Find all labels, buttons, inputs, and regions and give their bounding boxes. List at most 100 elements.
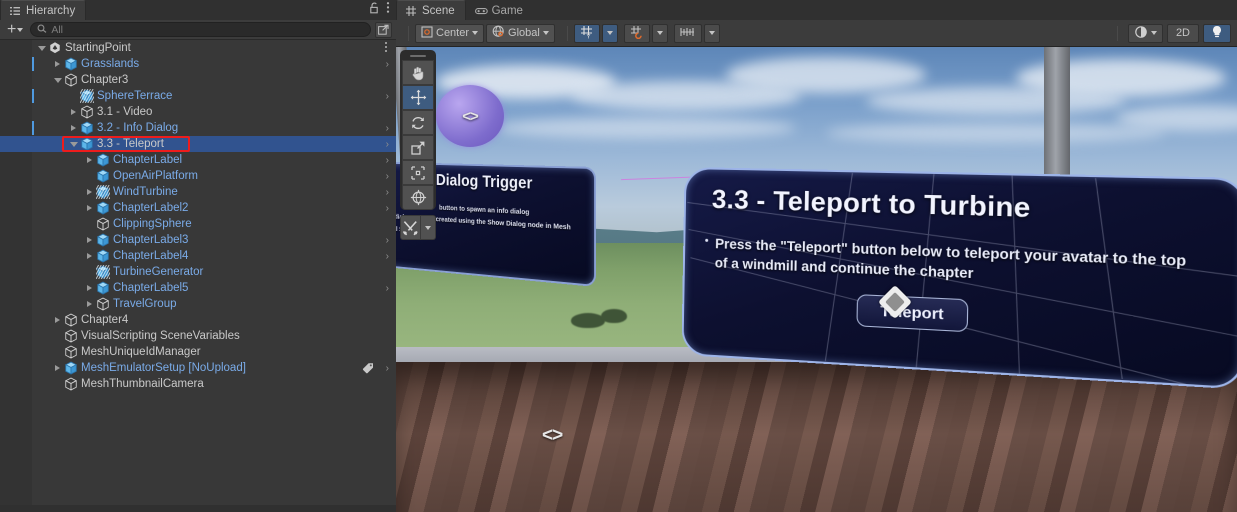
hierarchy-row-visualscripting-scenevariables[interactable]: VisualScripting SceneVariables bbox=[0, 328, 396, 344]
open-prefab-chevron-icon[interactable]: › bbox=[386, 139, 389, 150]
hierarchy-row-meshthumbnailcamera[interactable]: MeshThumbnailCamera bbox=[0, 376, 396, 392]
hierarchy-row-grasslands[interactable]: Grasslands › bbox=[0, 56, 396, 72]
hierarchy-tree[interactable]: StartingPoint Grasslands › Chapter3 SphereTe… bbox=[0, 40, 396, 512]
open-prefab-chevron-icon[interactable]: › bbox=[386, 363, 389, 374]
open-prefab-chevron-icon[interactable]: › bbox=[386, 171, 389, 182]
expand-triangle-icon[interactable] bbox=[84, 200, 95, 216]
hierarchy-row-label: 3.1 - Video bbox=[97, 106, 153, 118]
kebab-menu-icon[interactable] bbox=[386, 1, 390, 19]
hierarchy-row-label: VisualScripting SceneVariables bbox=[81, 330, 240, 342]
expand-triangle-icon[interactable] bbox=[84, 296, 95, 312]
scale-tool-icon[interactable] bbox=[402, 135, 434, 160]
chevron-down-icon bbox=[542, 31, 549, 35]
hierarchy-row-sphereterrace[interactable]: SphereTerrace › bbox=[0, 88, 396, 104]
hierarchy-row-chapterlabel5[interactable]: ChapterLabel5 › bbox=[0, 280, 396, 296]
open-prefab-chevron-icon[interactable]: › bbox=[386, 203, 389, 214]
hierarchy-row-chapterlabel[interactable]: ChapterLabel › bbox=[0, 152, 396, 168]
lighting-mode-button[interactable] bbox=[1127, 23, 1163, 43]
collapse-triangle-icon[interactable] bbox=[52, 72, 63, 88]
open-prefab-chevron-icon[interactable]: › bbox=[386, 251, 389, 262]
hierarchy-row-chapterlabel3[interactable]: ChapterLabel3 › bbox=[0, 232, 396, 248]
hierarchy-row-clippingsphere[interactable]: ClippingSphere bbox=[0, 216, 396, 232]
grid-visibility-dropdown[interactable] bbox=[601, 23, 618, 43]
grid-snap-button[interactable] bbox=[623, 23, 650, 43]
hierarchy-row-turbinegenerator[interactable]: TurbineGenerator bbox=[0, 264, 396, 280]
expand-triangle-icon bbox=[68, 88, 79, 104]
grid-visibility-button[interactable]: Y bbox=[573, 23, 600, 43]
hierarchy-header-actions bbox=[369, 0, 396, 20]
snap-increment-dropdown[interactable] bbox=[703, 23, 720, 43]
open-prefab-chevron-icon[interactable]: › bbox=[386, 187, 389, 198]
code-brackets-gizmo-sphere[interactable]: <> bbox=[436, 85, 504, 147]
code-brackets-gizmo-icon: <> bbox=[462, 107, 479, 125]
tool-palette-box bbox=[400, 50, 436, 210]
hierarchy-row-label: ClippingSphere bbox=[113, 218, 192, 230]
tab-hierarchy[interactable]: Hierarchy bbox=[0, 0, 87, 20]
open-prefab-chevron-icon[interactable]: › bbox=[386, 123, 389, 134]
hierarchy-row-chapter3[interactable]: Chapter3 bbox=[0, 72, 396, 88]
scene-context-menu-icon[interactable] bbox=[384, 41, 388, 55]
expand-triangle-icon[interactable] bbox=[84, 280, 95, 296]
open-prefab-chevron-icon[interactable]: › bbox=[386, 283, 389, 294]
hierarchy-row-travelgroup[interactable]: TravelGroup bbox=[0, 296, 396, 312]
pivot-center-icon bbox=[421, 25, 433, 41]
transform-tool-icon[interactable] bbox=[402, 185, 434, 210]
code-brackets-gizmo-floor[interactable]: <> bbox=[542, 425, 563, 447]
expand-triangle-icon[interactable] bbox=[52, 360, 63, 376]
open-prefab-chevron-icon[interactable]: › bbox=[386, 59, 389, 70]
expand-triangle-icon[interactable] bbox=[52, 312, 63, 328]
custom-tools-dropdown[interactable] bbox=[421, 215, 436, 240]
tab-scene[interactable]: Scene bbox=[396, 0, 466, 20]
prefab-variant-cube-icon bbox=[95, 265, 110, 279]
hierarchy-row-meshuniqueidmanager[interactable]: MeshUniqueIdManager bbox=[0, 344, 396, 360]
open-prefab-chevron-icon[interactable]: › bbox=[386, 235, 389, 246]
scene-viewport[interactable]: Dialog Trigger button to spawn an info d… bbox=[396, 47, 1237, 512]
rotate-tool-icon[interactable] bbox=[402, 110, 434, 135]
hand-tool-icon[interactable] bbox=[402, 60, 434, 85]
scene-light-toggle[interactable] bbox=[1203, 23, 1231, 43]
unity-editor-window: Hierarchy + All StartingPoint Grasslands… bbox=[0, 0, 1237, 512]
hierarchy-row-3-2-info-dialog[interactable]: 3.2 - Info Dialog › bbox=[0, 120, 396, 136]
collapse-triangle-icon[interactable] bbox=[36, 40, 47, 56]
search-input[interactable]: All bbox=[30, 22, 371, 37]
hierarchy-row-3-1-video[interactable]: 3.1 - Video bbox=[0, 104, 396, 120]
expand-triangle-icon[interactable] bbox=[68, 120, 79, 136]
cloud bbox=[826, 123, 1166, 143]
grid-snap-dropdown[interactable] bbox=[651, 23, 668, 43]
move-tool-icon[interactable] bbox=[402, 85, 434, 110]
expand-triangle-icon[interactable] bbox=[68, 104, 79, 120]
lock-icon[interactable] bbox=[369, 1, 380, 19]
expand-triangle-icon[interactable] bbox=[84, 152, 95, 168]
diamond-gizmo-icon[interactable] bbox=[878, 285, 912, 319]
hierarchy-row-chapterlabel4[interactable]: ChapterLabel4 › bbox=[0, 248, 396, 264]
hierarchy-row-chapter4[interactable]: Chapter4 bbox=[0, 312, 396, 328]
expand-triangle-icon[interactable] bbox=[84, 248, 95, 264]
add-gameobject-button[interactable]: + bbox=[4, 21, 26, 37]
handle-space-button[interactable]: Global bbox=[486, 23, 555, 43]
hierarchy-row-openairplatform[interactable]: OpenAirPlatform › bbox=[0, 168, 396, 184]
cloud bbox=[496, 117, 796, 139]
expand-triangle-icon[interactable] bbox=[84, 232, 95, 248]
expand-triangle-icon[interactable] bbox=[52, 56, 63, 72]
expand-window-icon[interactable] bbox=[375, 21, 392, 38]
pivot-mode-button[interactable]: Center bbox=[415, 23, 485, 43]
expand-triangle-icon[interactable] bbox=[84, 184, 95, 200]
hierarchy-row-startingpoint[interactable]: StartingPoint bbox=[0, 40, 396, 56]
view-2d-toggle[interactable]: 2D bbox=[1166, 23, 1199, 43]
collapse-triangle-icon[interactable] bbox=[68, 136, 79, 152]
teleport-button[interactable]: Teleport bbox=[856, 294, 969, 333]
custom-editor-tools-icon[interactable] bbox=[400, 215, 422, 240]
prefab-cube-icon bbox=[95, 169, 110, 183]
hierarchy-row-label: WindTurbine bbox=[113, 186, 178, 198]
drag-handle[interactable] bbox=[410, 55, 426, 57]
open-prefab-chevron-icon[interactable]: › bbox=[386, 155, 389, 166]
snap-increment-button[interactable] bbox=[673, 23, 702, 43]
hierarchy-row-3-3-teleport[interactable]: 3.3 - Teleport › bbox=[0, 136, 396, 152]
hierarchy-row-meshemulatorsetup-noupload[interactable]: MeshEmulatorSetup [NoUpload] › bbox=[0, 360, 396, 376]
tab-game[interactable]: Game bbox=[465, 0, 534, 20]
hierarchy-row-chapterlabel2[interactable]: ChapterLabel2 › bbox=[0, 200, 396, 216]
open-prefab-chevron-icon[interactable]: › bbox=[386, 91, 389, 102]
teleport-dialog-panel[interactable]: 3.3 - Teleport to Turbine Press the "Tel… bbox=[681, 166, 1237, 390]
rect-transform-tool-icon[interactable] bbox=[402, 160, 434, 185]
hierarchy-row-windturbine[interactable]: WindTurbine › bbox=[0, 184, 396, 200]
